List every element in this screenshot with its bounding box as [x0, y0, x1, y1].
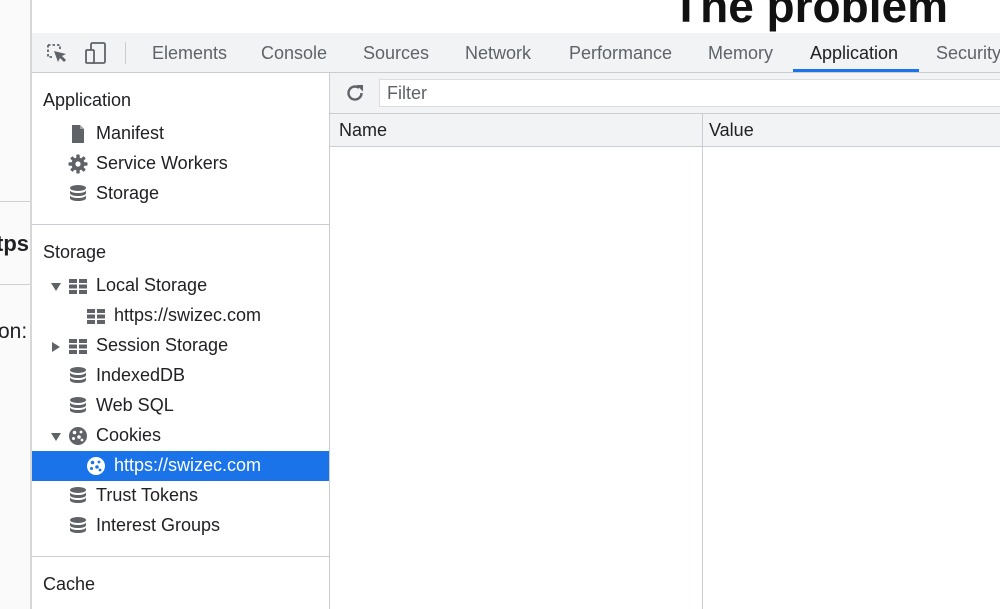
filter-input[interactable] — [379, 79, 1000, 107]
page-divider — [0, 201, 32, 202]
device-toolbar-icon[interactable] — [84, 41, 108, 65]
page-fragment-text: tps — [0, 231, 29, 256]
section-title-storage: Storage — [43, 242, 107, 262]
section-title-application: Application — [43, 90, 132, 110]
application-sidebar: Application Manifest Service Workers Sto… — [32, 73, 330, 609]
document-icon — [68, 124, 88, 144]
database-icon — [68, 516, 88, 536]
table-icon — [68, 336, 88, 356]
column-divider[interactable] — [702, 114, 703, 609]
gear-icon — [68, 154, 88, 174]
table-icon — [86, 306, 106, 326]
section-divider — [32, 224, 329, 225]
table-icon — [68, 276, 88, 296]
tab-security[interactable]: Security — [936, 33, 1000, 73]
expanded-arrow-icon[interactable] — [50, 430, 62, 442]
sidebar-item-web-sql[interactable]: Web SQL — [32, 391, 329, 421]
tab-application[interactable]: Application — [810, 33, 898, 73]
tab-performance[interactable]: Performance — [569, 33, 672, 73]
database-icon — [68, 184, 88, 204]
filter-toolbar — [330, 73, 1000, 114]
active-tab-indicator — [793, 69, 919, 72]
sidebar-item-indexeddb[interactable]: IndexedDB — [32, 361, 329, 391]
sidebar-item-label: https://swizec.com — [114, 305, 262, 325]
cookies-panel: Name Value — [330, 73, 1000, 609]
sidebar-item-label: Interest Groups — [96, 515, 221, 535]
sidebar-item-interest-groups[interactable]: Interest Groups — [32, 511, 329, 541]
sidebar-item-cookies-origin[interactable]: https://swizec.com — [32, 451, 329, 481]
sidebar-item-label: Local Storage — [96, 275, 208, 295]
background-page: tps on: — [0, 0, 32, 609]
database-icon — [68, 486, 88, 506]
sidebar-item-label: Web SQL — [96, 395, 174, 415]
sidebar-item-label: IndexedDB — [96, 365, 186, 385]
page-divider — [0, 284, 32, 285]
sidebar-item-cookies[interactable]: Cookies — [32, 421, 329, 451]
devtools-window-edge — [30, 0, 32, 609]
section-title-cache: Cache — [43, 574, 96, 594]
tab-memory[interactable]: Memory — [708, 33, 773, 73]
sidebar-item-label: Service Workers — [96, 153, 228, 173]
sidebar-item-session-storage[interactable]: Session Storage — [32, 331, 329, 361]
tab-network[interactable]: Network — [465, 33, 531, 73]
devtools-toolbar: Elements Console Sources Network Perform… — [32, 33, 1000, 73]
sidebar-item-label: Session Storage — [96, 335, 229, 355]
tab-elements[interactable]: Elements — [152, 33, 227, 73]
refresh-icon[interactable] — [344, 82, 366, 104]
sidebar-item-local-storage[interactable]: Local Storage — [32, 271, 329, 301]
sidebar-item-label: Storage — [96, 183, 160, 203]
sidebar-item-storage[interactable]: Storage — [32, 179, 329, 209]
inspect-element-icon[interactable] — [44, 41, 68, 65]
section-divider — [32, 556, 329, 557]
tab-sources[interactable]: Sources — [363, 33, 429, 73]
tab-console[interactable]: Console — [261, 33, 327, 73]
sidebar-item-label: Trust Tokens — [96, 485, 199, 505]
database-icon — [68, 366, 88, 386]
page-heading: The problem — [672, 0, 949, 32]
cookie-icon — [68, 426, 88, 446]
sidebar-item-label: Manifest — [96, 123, 165, 143]
column-header-value[interactable]: Value — [709, 120, 754, 141]
cookie-icon — [86, 456, 106, 476]
database-icon — [68, 396, 88, 416]
sidebar-item-service-workers[interactable]: Service Workers — [32, 149, 329, 179]
background-page-top: The problem — [32, 0, 1000, 33]
sidebar-item-manifest[interactable]: Manifest — [32, 119, 329, 149]
expanded-arrow-icon[interactable] — [50, 280, 62, 292]
sidebar-item-local-storage-origin[interactable]: https://swizec.com — [32, 301, 329, 331]
sidebar-item-trust-tokens[interactable]: Trust Tokens — [32, 481, 329, 511]
collapsed-arrow-icon[interactable] — [50, 340, 62, 352]
sidebar-item-label: Cookies — [96, 425, 162, 445]
page-fragment-text: on: — [0, 320, 28, 343]
sidebar-item-label: https://swizec.com — [114, 455, 262, 475]
toolbar-separator — [125, 42, 126, 64]
column-header-name[interactable]: Name — [339, 120, 387, 141]
cookies-table-header: Name Value — [330, 114, 1000, 147]
